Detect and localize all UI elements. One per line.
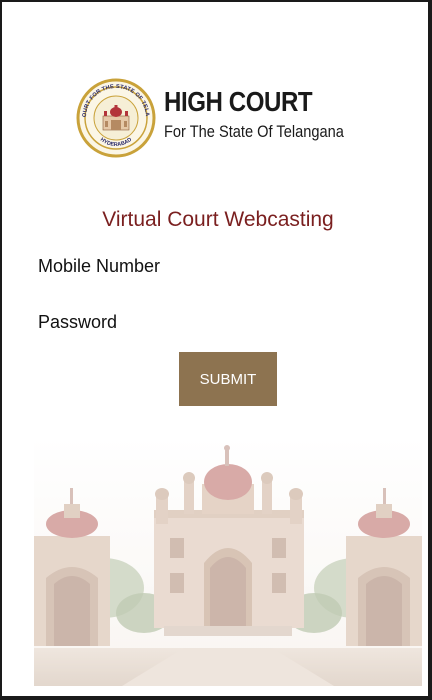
submit-button[interactable]: SUBMIT (179, 352, 277, 406)
court-title: HIGH COURT (164, 86, 313, 117)
password-label: Password (38, 312, 118, 332)
court-seal-logo: HIGH COURT FOR THE STATE OF TELANGANA HY… (76, 78, 156, 158)
court-subtitle: For The State Of Telangana (164, 122, 344, 141)
page-title: Virtual Court Webcasting (102, 208, 334, 231)
high-court-building-image (34, 438, 422, 686)
mobile-number-label: Mobile Number (38, 256, 161, 276)
app-frame: HIGH COURT FOR THE STATE OF TELANGANA HY… (0, 0, 432, 700)
brand-header: HIGH COURT FOR THE STATE OF TELANGANA HY… (76, 78, 386, 158)
